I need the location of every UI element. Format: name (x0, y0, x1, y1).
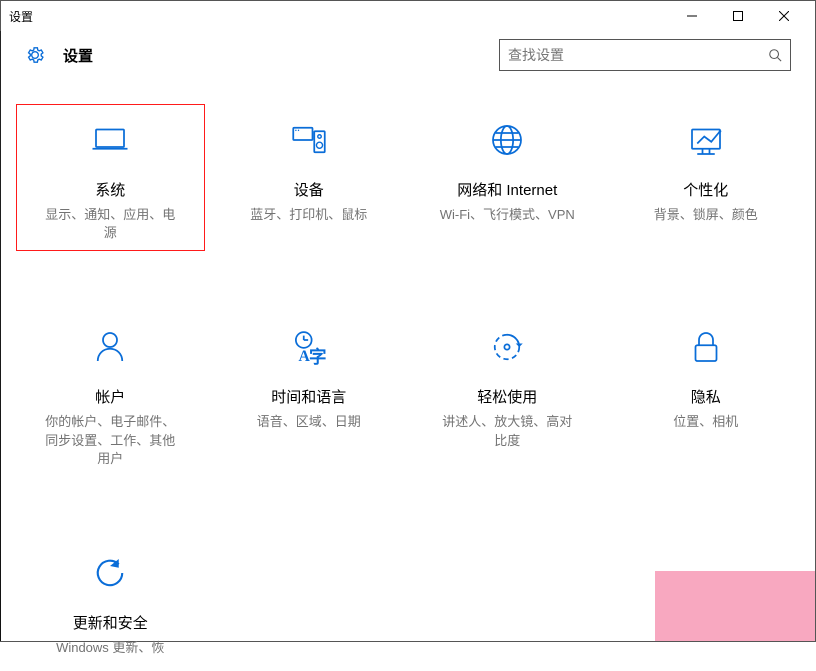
page-title: 设置 (63, 45, 93, 66)
system-icon (17, 117, 204, 163)
time-icon: A字 (216, 324, 403, 370)
tile-title: 个性化 (613, 179, 800, 200)
update-icon (17, 550, 204, 596)
close-icon (779, 11, 789, 21)
tile-devices[interactable]: 设备蓝牙、打印机、鼠标 (210, 99, 409, 256)
accounts-icon (17, 324, 204, 370)
tile-title: 帐户 (17, 386, 204, 407)
tile-desc: 蓝牙、打印机、鼠标 (216, 206, 403, 224)
tile-personalize[interactable]: 个性化背景、锁屏、颜色 (607, 99, 806, 256)
tile-desc: 语音、区域、日期 (216, 413, 403, 431)
header: 设置 (1, 31, 815, 79)
left-edge-strip (0, 31, 1, 641)
network-icon (414, 117, 601, 163)
maximize-icon (733, 11, 743, 21)
ease-icon (414, 324, 601, 370)
tile-title: 时间和语言 (216, 386, 403, 407)
personalize-icon (613, 117, 800, 163)
tile-update[interactable]: 更新和安全Windows 更新、恢 (11, 532, 210, 671)
tile-system[interactable]: 系统显示、通知、应用、电 源 (11, 99, 210, 256)
tile-ease[interactable]: 轻松使用讲述人、放大镜、高对 比度 (408, 306, 607, 482)
watermark-overlay (655, 571, 815, 641)
window-title: 设置 (9, 8, 33, 25)
tile-title: 轻松使用 (414, 386, 601, 407)
gear-icon (25, 45, 45, 65)
tile-desc: 位置、相机 (613, 413, 800, 431)
svg-text:字: 字 (309, 347, 327, 367)
devices-icon (216, 117, 403, 163)
tile-title: 设备 (216, 179, 403, 200)
titlebar: 设置 (1, 1, 815, 31)
app-icon-wrap (19, 45, 51, 65)
tile-desc: 讲述人、放大镜、高对 比度 (414, 413, 601, 449)
minimize-icon (687, 11, 697, 21)
search-box[interactable] (499, 39, 791, 71)
tile-network[interactable]: 网络和 Internet Wi-Fi、飞行模式、VPN (408, 99, 607, 256)
tile-desc: 背景、锁屏、颜色 (613, 206, 800, 224)
tile-title: 更新和安全 (17, 612, 204, 633)
tile-desc: Wi-Fi、飞行模式、VPN (414, 206, 601, 224)
privacy-icon (613, 324, 800, 370)
tile-title: 隐私 (613, 386, 800, 407)
tile-accounts[interactable]: 帐户你的帐户、电子邮件、 同步设置、工作、其他 用户 (11, 306, 210, 482)
close-button[interactable] (761, 1, 807, 31)
maximize-button[interactable] (715, 1, 761, 31)
tile-title: 系统 (17, 179, 204, 200)
minimize-button[interactable] (669, 1, 715, 31)
search-icon (768, 48, 782, 62)
tile-time[interactable]: A字时间和语言语音、区域、日期 (210, 306, 409, 482)
window-controls (669, 1, 807, 31)
tile-privacy[interactable]: 隐私位置、相机 (607, 306, 806, 482)
tile-desc: 显示、通知、应用、电 源 (17, 206, 204, 242)
tile-title: 网络和 Internet (414, 179, 601, 200)
tile-desc: 你的帐户、电子邮件、 同步设置、工作、其他 用户 (17, 413, 204, 468)
search-input[interactable] (508, 47, 768, 63)
